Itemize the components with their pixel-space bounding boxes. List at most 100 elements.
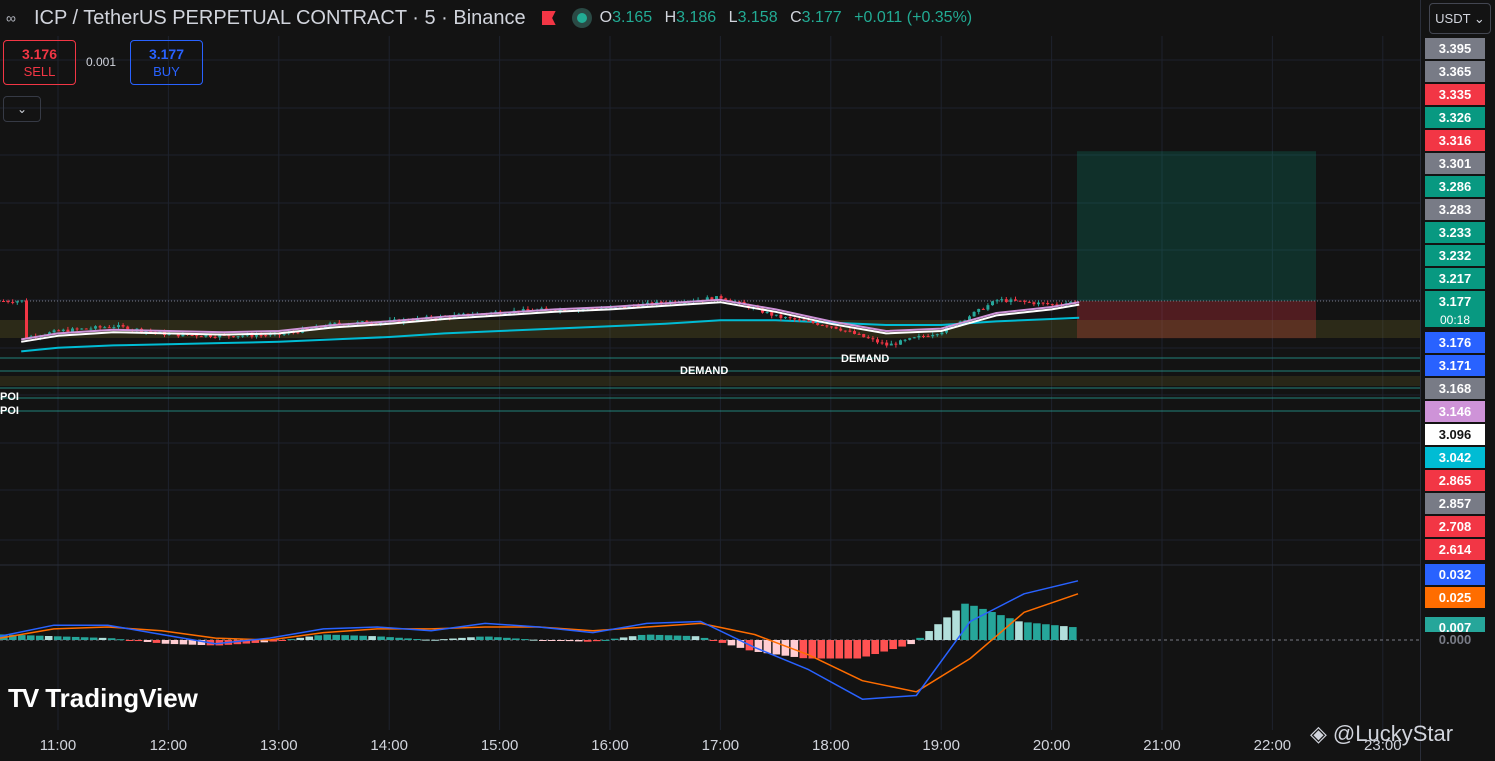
macd-histogram-bar: [547, 640, 556, 641]
candle-body: [903, 339, 907, 341]
candle-body: [236, 336, 240, 338]
price-scale-label: 3.301: [1425, 153, 1485, 174]
time-axis-label: 18:00: [812, 737, 850, 754]
time-axis-label: 20:00: [1032, 737, 1071, 754]
flag-icon[interactable]: [541, 11, 556, 25]
collapse-button[interactable]: ⌄: [3, 96, 41, 122]
candle-body: [848, 330, 852, 332]
candle-body: [894, 343, 898, 345]
tradingview-logo[interactable]: TV TradingView: [8, 683, 198, 714]
price-scale-label: 3.335: [1425, 84, 1485, 105]
candle-body: [857, 333, 861, 335]
macd-histogram-bar: [35, 635, 44, 640]
currency-select[interactable]: USDT ⌄: [1429, 3, 1491, 34]
candle-body: [834, 326, 838, 329]
symbol-title[interactable]: ICP / TetherUS PERPETUAL CONTRACT · 5 · …: [34, 7, 526, 30]
time-axis-label: 15:00: [480, 737, 519, 754]
price-scale-label: 3.177: [1425, 291, 1485, 312]
chevron-down-icon: ⌄: [16, 102, 28, 116]
price-scale-label: 3.365: [1425, 61, 1485, 82]
macd-histogram-bar: [170, 640, 179, 645]
price-chart[interactable]: [0, 0, 1495, 761]
candle-body: [20, 300, 24, 302]
ohlc-close-key: C: [790, 9, 802, 26]
macd-histogram-bar: [404, 638, 412, 640]
candle-body: [80, 328, 84, 330]
macd-histogram-bar: [871, 640, 879, 655]
candle-body: [57, 330, 61, 332]
macd-histogram-bar: [961, 603, 969, 640]
macd-histogram-bar: [925, 631, 933, 640]
macd-histogram-bar: [574, 640, 583, 642]
candle-body: [995, 300, 999, 302]
candle-body: [94, 326, 97, 329]
candle-body: [770, 312, 774, 316]
candle-body: [853, 331, 856, 334]
price-scale-label: 3.146: [1425, 401, 1485, 422]
poi-label-2: POI: [0, 405, 19, 417]
buy-price: 3.177: [148, 46, 185, 62]
candle-body: [213, 336, 217, 338]
macd-histogram-bar: [556, 640, 565, 641]
macd-histogram-bar: [988, 612, 996, 640]
macd-scale-label: 0.000: [1425, 632, 1485, 647]
candle-body: [98, 326, 102, 328]
macd-histogram-bar: [619, 637, 628, 640]
macd-histogram-bar: [880, 640, 888, 652]
candle-body: [922, 335, 925, 337]
candle-body: [1014, 299, 1017, 301]
price-scale-label: 2.708: [1425, 516, 1485, 537]
macd-histogram-bar: [17, 635, 26, 640]
ohlc-values: O3.165 H3.186 L3.158 C3.177 +0.011 (+0.3…: [600, 9, 981, 27]
candle-body: [866, 337, 870, 339]
candle-body: [1032, 302, 1036, 305]
macd-histogram-bar: [970, 605, 978, 640]
macd-histogram-bar: [476, 636, 484, 640]
candle-body: [2, 301, 5, 302]
poi-label-1: POI: [0, 391, 19, 403]
market-status-icon[interactable]: [571, 8, 592, 28]
macd-histogram-bar: [143, 640, 152, 642]
candle-body: [52, 330, 56, 333]
candle-body: [264, 335, 268, 337]
macd-histogram-bar: [467, 637, 475, 640]
candle-body: [25, 300, 28, 339]
candle-body: [1041, 302, 1045, 304]
time-axis-label: 14:00: [370, 737, 408, 754]
macd-histogram-bar: [691, 636, 700, 640]
candle-body: [981, 308, 985, 310]
candle-body: [779, 314, 783, 318]
candle-body: [75, 328, 79, 330]
candle-body: [1018, 300, 1022, 302]
macd-histogram-bar: [71, 636, 80, 640]
macd-histogram-bar: [278, 640, 287, 641]
candle-body: [255, 335, 258, 337]
price-scale-label: 3.232: [1425, 245, 1485, 266]
macd-histogram-bar: [601, 639, 610, 641]
buy-button[interactable]: 3.177 BUY: [130, 40, 203, 85]
candle-body: [843, 330, 847, 332]
macd-scale-label: 0.032: [1425, 564, 1485, 585]
macd-histogram-bar: [134, 640, 143, 642]
candle-body: [84, 328, 88, 330]
candle-body: [1027, 301, 1031, 303]
macd-histogram-bar: [314, 635, 323, 640]
sell-button[interactable]: 3.176 SELL: [3, 40, 76, 85]
macd-histogram-bar: [359, 635, 367, 640]
candle-body: [977, 308, 981, 312]
candle-body: [1050, 304, 1054, 306]
macd-histogram-bar: [116, 639, 125, 641]
take-profit-zone: [1077, 151, 1316, 301]
macd-histogram-bar: [98, 637, 107, 640]
candle-body: [991, 301, 994, 306]
macd-histogram-bar: [422, 639, 430, 641]
macd-histogram-bar: [485, 636, 493, 640]
candle-body: [333, 322, 337, 324]
candle-body: [66, 329, 70, 332]
sell-label: SELL: [23, 64, 56, 79]
price-scale-label: 3.171: [1425, 355, 1485, 376]
candle-body: [195, 335, 199, 337]
macd-histogram-bar: [700, 637, 709, 640]
macd-histogram-bar: [583, 640, 592, 642]
macd-histogram-bar: [934, 624, 942, 640]
